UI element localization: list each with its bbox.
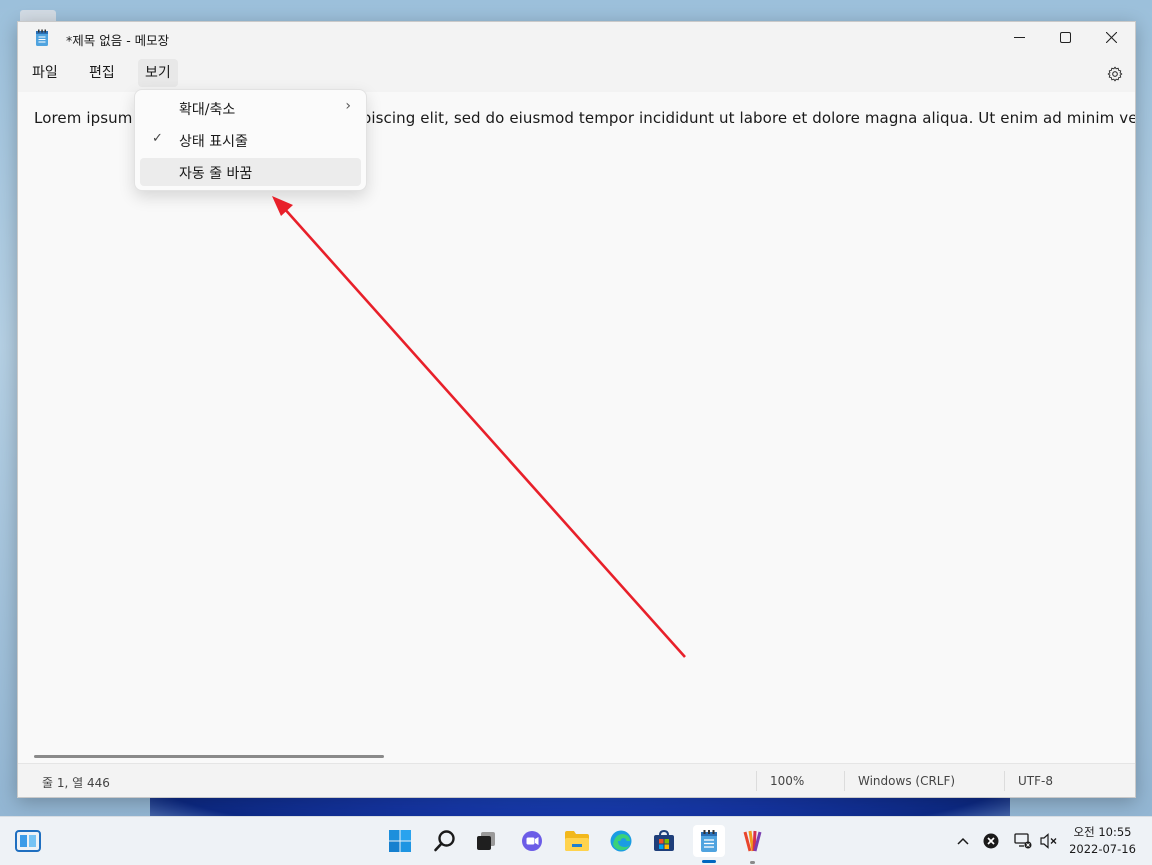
checkmark-icon: ✓ [152,131,163,146]
clock-time: 오전 10:55 [1073,825,1132,839]
store-icon [654,829,674,851]
close-icon [1105,31,1117,43]
file-explorer-icon [565,831,589,851]
maximize-icon [1059,31,1071,43]
close-circle-icon [983,833,999,849]
encoding: UTF-8 [1018,774,1053,788]
menu-view[interactable]: 보기 [138,59,178,87]
notepad-icon [36,29,48,46]
status-bar: 줄 1, 열 446 100% Windows (CRLF) UTF-8 [18,763,1135,797]
settings-button[interactable] [1103,62,1127,86]
network-disconnected-icon [1014,833,1032,849]
volume-button[interactable] [1038,817,1060,865]
menu-bar: 파일 편집 보기 [18,54,1135,92]
menu-item-label: 확대/축소 [179,102,236,118]
notepad-taskbar-button[interactable] [693,825,725,857]
chevron-up-icon [957,837,969,845]
zoom-level: 100% [770,774,805,788]
menu-item-zoom[interactable]: 확대/축소 › [140,94,361,122]
start-icon [389,830,411,852]
edge-icon [610,830,632,852]
minimize-button[interactable] [996,22,1042,52]
file-explorer-button[interactable] [561,825,593,857]
speaker-muted-icon [1040,833,1057,849]
title-bar[interactable]: *제목 없음 - 메모장 [18,22,1135,54]
status-divider [1004,771,1005,791]
editor-text-start: Lorem ipsum [34,109,133,127]
search-icon [434,830,455,852]
minimize-icon [1013,36,1025,38]
taskbar: 오전 10:55 2022-07-16 [0,816,1152,865]
task-view-icon [477,832,495,850]
clock[interactable]: 오전 10:55 2022-07-16 [1060,824,1145,858]
paint-app-button[interactable] [737,825,769,857]
menu-item-word-wrap[interactable]: 자동 줄 바꿈 [140,158,361,186]
text-editor[interactable]: Lorem ipsum ipiscing elit, sed do eiusmod… [18,92,1135,764]
menu-file[interactable]: 파일 [25,59,65,87]
close-button[interactable] [1088,22,1134,52]
show-hidden-icons-button[interactable] [952,817,974,865]
chevron-right-icon: › [345,98,351,114]
teams-chat-icon [522,831,542,851]
window-title: *제목 없음 - 메모장 [66,33,170,48]
menu-item-label: 상태 표시줄 [179,134,248,150]
start-button[interactable] [384,825,416,857]
search-button[interactable] [429,825,461,857]
store-button[interactable] [648,825,680,857]
tray-app-button[interactable] [980,817,1002,865]
status-divider [756,771,757,791]
notepad-icon [701,830,717,852]
view-menu-dropdown: 확대/축소 › ✓ 상태 표시줄 자동 줄 바꿈 [134,89,367,191]
gear-icon [1107,66,1123,82]
network-button[interactable] [1012,817,1034,865]
chat-button[interactable] [516,825,548,857]
editor-text-continued: ipiscing elit, sed do eiusmod tempor inc… [357,109,1135,127]
paint-app-icon [743,830,762,852]
menu-item-label: 자동 줄 바꿈 [179,166,253,182]
menu-item-status-bar[interactable]: ✓ 상태 표시줄 [140,126,361,154]
horizontal-scrollbar[interactable] [34,755,384,758]
clock-date: 2022-07-16 [1069,842,1136,856]
task-view-button[interactable] [470,825,502,857]
menu-edit[interactable]: 편집 [82,59,122,87]
line-ending: Windows (CRLF) [858,774,956,788]
cursor-position: 줄 1, 열 446 [42,776,110,790]
widgets-icon [15,830,41,852]
status-divider [844,771,845,791]
maximize-button[interactable] [1042,22,1088,52]
widgets-button[interactable] [12,825,44,857]
active-app-indicator [702,860,716,863]
edge-button[interactable] [605,825,637,857]
